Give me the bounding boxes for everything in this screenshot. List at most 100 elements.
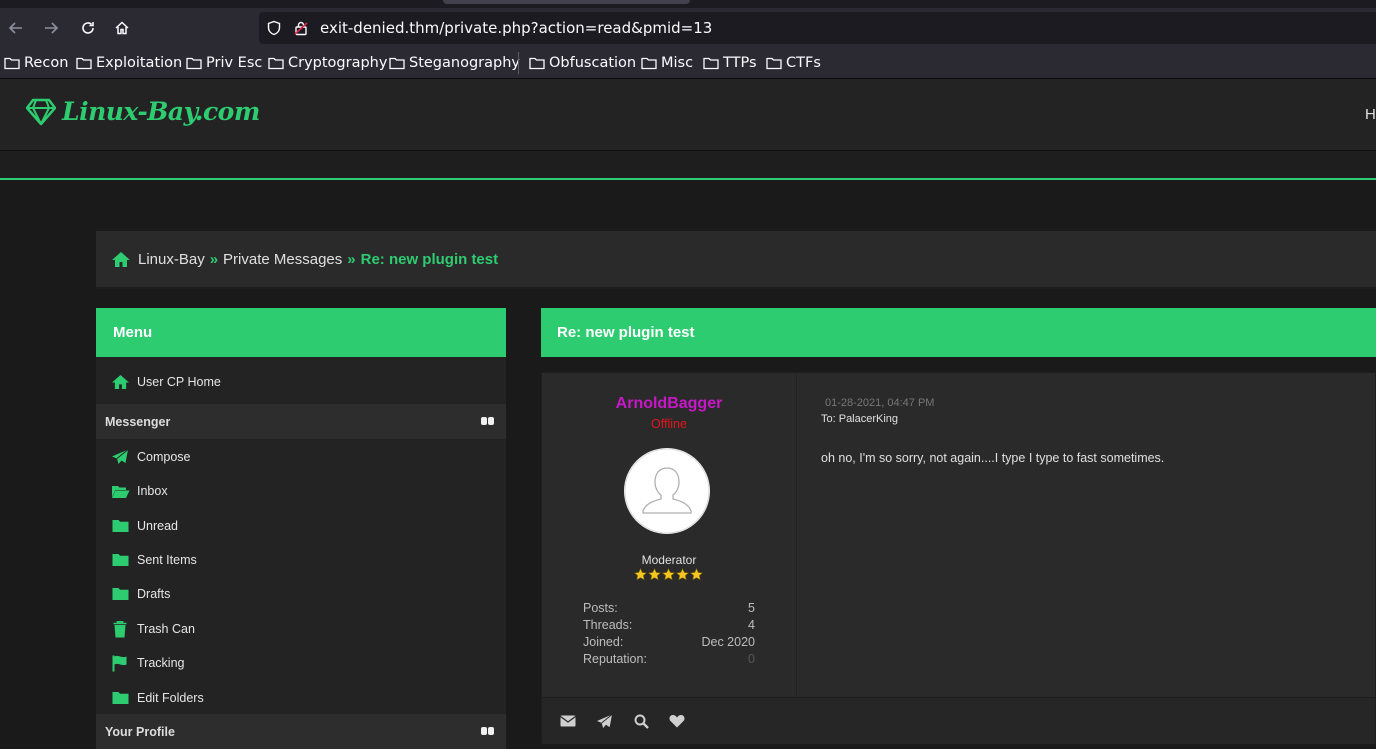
menu-item-inbox[interactable]: Inbox [110, 481, 168, 501]
breadcrumb-separator: » [347, 250, 356, 268]
stat-row-joined: Joined: Dec 2020 [583, 634, 755, 651]
bookmark-folder-ttps[interactable]: TTPs [703, 54, 757, 72]
folder-icon [4, 57, 20, 70]
home-icon [115, 21, 129, 35]
bookmark-label: Priv Esc [206, 55, 263, 71]
paper-plane-icon [110, 448, 130, 466]
bookmark-folder-exploitation[interactable]: Exploitation [76, 54, 182, 72]
bookmark-folder-recon[interactable]: Recon [4, 54, 68, 72]
stat-value: 4 [748, 618, 755, 632]
home-button[interactable] [110, 16, 134, 40]
reload-button[interactable] [76, 16, 100, 40]
avatar[interactable] [624, 448, 710, 534]
stat-label: Reputation: [583, 652, 647, 666]
bookmark-label: CTFs [786, 55, 821, 71]
search-icon [634, 714, 649, 729]
menu-item-tracking[interactable]: Tracking [110, 653, 184, 673]
menu-item-drafts[interactable]: Drafts [110, 584, 170, 604]
breadcrumb-separator: » [209, 250, 219, 268]
folder-icon [110, 551, 130, 569]
bookmark-label: Misc [661, 55, 694, 71]
browser-navbar: exit-denied.thm/private.php?action=read&… [0, 8, 1376, 48]
menu-item-label: Compose [137, 450, 191, 464]
post-recipient: To: PalacerKing [821, 413, 899, 425]
stat-value[interactable]: 0 [748, 651, 755, 668]
like-button[interactable] [668, 713, 686, 729]
folder-icon [641, 57, 657, 70]
folder-icon [186, 57, 202, 70]
collapse-toggle-icon[interactable] [481, 417, 494, 425]
star-icon [662, 568, 675, 581]
active-tab[interactable] [443, 0, 690, 4]
message-header: Re: new plugin test [541, 308, 1376, 357]
author-info: ArnoldBagger Offline Moderator Posts: 5 … [542, 373, 797, 697]
menu-item-compose[interactable]: Compose [110, 447, 191, 467]
stat-value: Dec 2020 [701, 635, 755, 649]
menu-item-unread[interactable]: Unread [110, 516, 178, 536]
url-bar[interactable]: exit-denied.thm/private.php?action=read&… [259, 12, 1376, 44]
message-post: ArnoldBagger Offline Moderator Posts: 5 … [541, 372, 1376, 744]
bookmark-folder-ctfs[interactable]: CTFs [766, 54, 821, 72]
breadcrumb-link-private-messages[interactable]: Private Messages [223, 251, 342, 268]
header-subbar [0, 151, 1376, 180]
bookmark-label: Recon [24, 55, 69, 71]
header-nav-link[interactable]: H [1365, 106, 1376, 123]
menu-group-messenger[interactable]: Messenger [96, 404, 506, 439]
menu-header: Menu [96, 308, 506, 357]
menu-item-label: Inbox [137, 484, 168, 498]
stat-row-posts: Posts: 5 [583, 600, 755, 617]
stat-value: 5 [748, 601, 755, 615]
menu-item-label: Tracking [137, 656, 185, 670]
bookmark-folder-misc[interactable]: Misc [641, 54, 693, 72]
bookmarks-toolbar: Recon Exploitation Priv Esc Cryptography… [0, 48, 1376, 79]
find-posts-button[interactable] [632, 713, 650, 729]
flag-icon [110, 654, 130, 672]
shield-icon[interactable] [266, 20, 282, 36]
menu-item-label: Sent Items [137, 553, 197, 567]
bookmark-label: Exploitation [96, 55, 183, 71]
default-avatar-icon [624, 448, 710, 534]
bookmark-folder-cryptography[interactable]: Cryptography [268, 54, 387, 72]
menu-group-your-profile[interactable]: Your Profile [96, 714, 506, 749]
site-logo[interactable]: Linux-Bay.com [26, 97, 260, 126]
bookmark-folder-priv-esc[interactable]: Priv Esc [186, 54, 262, 72]
trash-icon [110, 620, 130, 638]
url-text[interactable]: exit-denied.thm/private.php?action=read&… [320, 19, 712, 37]
folder-icon [389, 57, 405, 70]
bookmark-folder-steganography[interactable]: Steganography [389, 54, 520, 72]
post-date: 01-28-2021, 04:47 PM [825, 397, 935, 409]
folder-icon [703, 57, 719, 70]
folder-icon [529, 57, 545, 70]
bookmark-folder-obfuscation[interactable]: Obfuscation [529, 54, 636, 72]
envelope-icon [560, 715, 576, 727]
stat-label: Threads: [583, 618, 633, 632]
stat-label: Posts: [583, 601, 618, 615]
usercp-menu: User CP Home Messenger Compose Inbox Unr… [96, 357, 506, 749]
menu-item-edit-folders[interactable]: Edit Folders [110, 688, 204, 708]
folder-icon [268, 57, 284, 70]
menu-group-label: Your Profile [105, 724, 175, 739]
menu-item-usercp-home[interactable]: User CP Home [110, 372, 221, 392]
menu-item-sent-items[interactable]: Sent Items [110, 550, 197, 570]
home-icon[interactable] [111, 251, 131, 268]
site-header: Linux-Bay.com H [0, 79, 1376, 151]
breadcrumb-link-home[interactable]: Linux-Bay [138, 251, 205, 268]
collapse-toggle-icon[interactable] [481, 727, 494, 735]
menu-item-trash-can[interactable]: Trash Can [110, 619, 195, 639]
star-icon [648, 568, 661, 581]
bookmarks-separator [518, 52, 519, 74]
insecure-lock-icon[interactable] [293, 20, 309, 36]
breadcrumb-current: Re: new plugin test [360, 250, 499, 268]
post-body: oh no, I'm so sorry, not again....I type… [821, 451, 1165, 465]
send-pm-button[interactable] [595, 713, 613, 729]
email-user-button[interactable] [559, 713, 577, 729]
author-name[interactable]: ArnoldBagger [542, 395, 796, 413]
back-button[interactable] [4, 16, 28, 40]
bookmark-label: Steganography [409, 55, 520, 71]
post-actions [542, 697, 1375, 744]
forward-button[interactable] [39, 16, 63, 40]
stat-row-reputation: Reputation: 0 [583, 651, 755, 668]
forward-arrow-icon [45, 22, 59, 34]
menu-item-label: User CP Home [137, 375, 221, 389]
heart-icon [669, 715, 685, 728]
